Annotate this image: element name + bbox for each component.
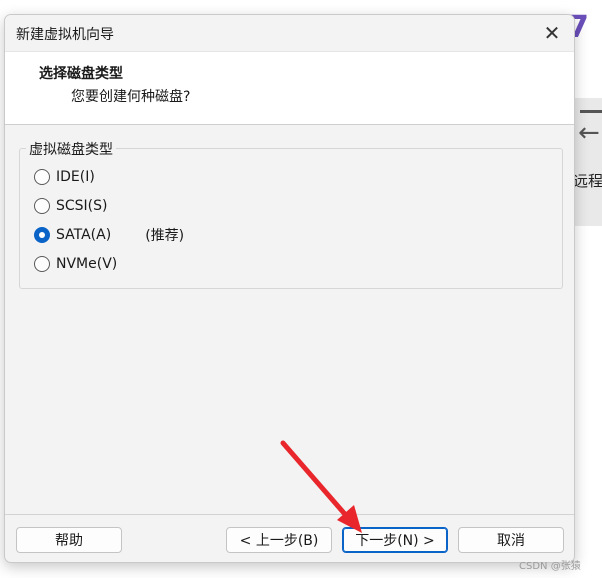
dialog-title: 新建虚拟机向导	[16, 27, 114, 43]
help-button[interactable]: 帮助	[16, 527, 122, 553]
radio-nvme[interactable]	[34, 256, 50, 272]
background-card-label: 远程	[573, 172, 602, 190]
new-vm-wizard-dialog: 新建虚拟机向导 ✕ 选择磁盘类型 您要创建何种磁盘? 虚拟磁盘类型 IDE(I)…	[4, 14, 575, 563]
radio-ide[interactable]	[34, 169, 50, 185]
radio-sata[interactable]	[34, 227, 50, 243]
cancel-button[interactable]: 取消	[458, 527, 564, 553]
next-button[interactable]: 下一步(N) >	[342, 527, 448, 553]
radio-option-scsi[interactable]: SCSI(S)	[34, 195, 108, 217]
close-button[interactable]: ✕	[530, 15, 574, 51]
minimize-icon	[580, 110, 602, 113]
radio-label-sata: SATA(A)	[56, 227, 112, 243]
groupbox-legend: 虚拟磁盘类型	[26, 139, 116, 159]
arrow-left-icon: ←	[578, 118, 600, 148]
recommended-note: (推荐)	[145, 228, 185, 244]
background-card[interactable]: ← 远程	[572, 98, 602, 226]
back-button[interactable]: < 上一步(B)	[226, 527, 332, 553]
dialog-titlebar[interactable]: 新建虚拟机向导 ✕	[5, 15, 574, 51]
radio-scsi[interactable]	[34, 198, 50, 214]
page-title: 选择磁盘类型	[39, 66, 123, 82]
radio-label-nvme: NVMe(V)	[56, 256, 118, 272]
footer-divider	[5, 514, 574, 515]
radio-label-scsi: SCSI(S)	[56, 198, 108, 214]
radio-option-nvme[interactable]: NVMe(V)	[34, 253, 117, 275]
disk-type-groupbox: 虚拟磁盘类型 IDE(I) SCSI(S) SATA(A) (推荐) NVMe(…	[19, 139, 563, 289]
radio-label-ide: IDE(I)	[56, 169, 95, 185]
radio-option-sata[interactable]: SATA(A) (推荐)	[34, 224, 184, 246]
radio-option-ide[interactable]: IDE(I)	[34, 166, 95, 188]
dialog-header: 选择磁盘类型 您要创建何种磁盘?	[5, 51, 574, 125]
page-subtitle: 您要创建何种磁盘?	[71, 89, 191, 105]
close-icon: ✕	[543, 21, 561, 45]
watermark: CSDN @张猿	[519, 561, 581, 572]
